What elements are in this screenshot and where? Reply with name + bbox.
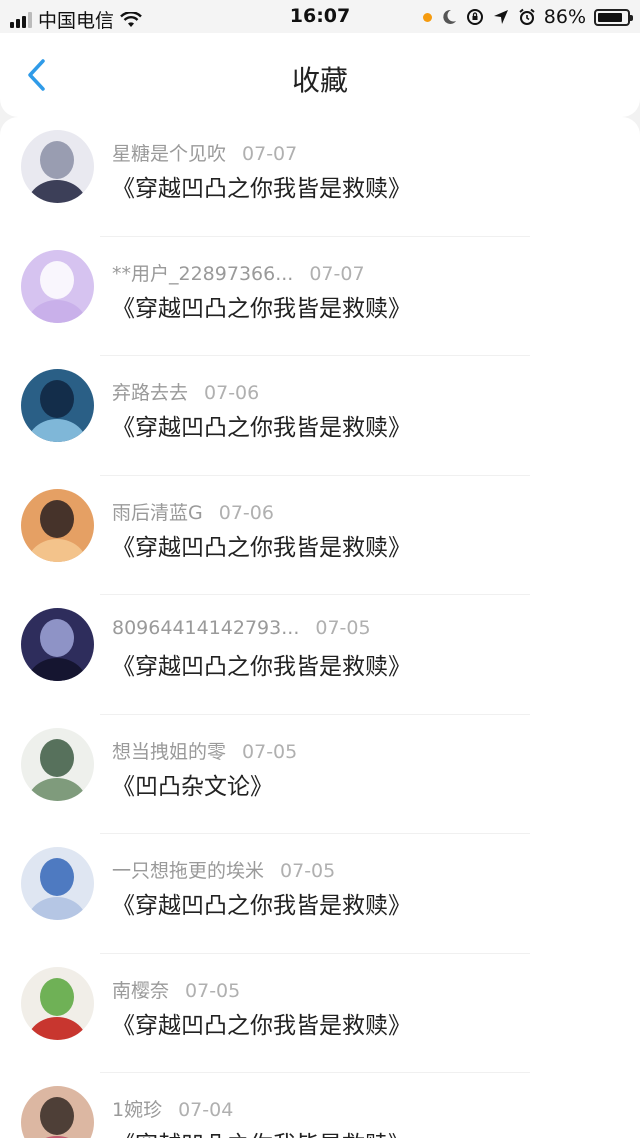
username[interactable]: 星糖是个见吹 <box>112 143 226 165</box>
avatar[interactable] <box>21 369 94 442</box>
avatar[interactable] <box>21 847 94 920</box>
username[interactable]: 1婉珍 <box>112 1099 162 1121</box>
item-date: 07-05 <box>315 617 371 639</box>
nav-header: 收藏 <box>0 33 640 117</box>
username[interactable]: 80964414142793... <box>112 617 299 639</box>
list-item[interactable]: 星糖是个见吹 07-07 《穿越凹凸之你我皆是救赎》 <box>0 117 640 237</box>
item-date: 07-05 <box>280 860 336 882</box>
item-meta: 星糖是个见吹 07-07 <box>112 139 297 166</box>
item-meta: 想当拽姐的零 07-05 <box>112 737 297 764</box>
page-title: 收藏 <box>291 64 348 97</box>
avatar[interactable] <box>21 249 94 323</box>
book-title[interactable]: 《穿越凹凸之你我皆是救赎》 <box>112 647 411 681</box>
item-meta: 弃路去去 07-06 <box>112 378 259 405</box>
username[interactable]: 一只想拖更的埃米 <box>112 860 264 882</box>
book-title[interactable]: 《穿越凹凸之你我皆是救赎》 <box>112 169 411 203</box>
username[interactable]: 南樱奈 <box>112 980 169 1002</box>
list-item[interactable]: 弃路去去 07-06 《穿越凹凸之你我皆是救赎》 <box>0 356 640 476</box>
list-item[interactable]: 1婉珍 07-04 《穿越凹凸之你我皆是救赎》 <box>0 1073 640 1138</box>
avatar[interactable] <box>21 130 94 203</box>
book-title[interactable]: 《穿越凹凸之你我皆是救赎》 <box>112 528 411 562</box>
status-bar: 中国电信 16:07 86% <box>0 0 640 33</box>
orientation-lock-icon <box>466 9 483 25</box>
book-title[interactable]: 《穿越凹凸之你我皆是救赎》 <box>112 408 411 442</box>
list-item[interactable]: **用户_22897366... 07-07 《穿越凹凸之你我皆是救赎》 <box>0 237 640 357</box>
list-item[interactable]: 雨后清蓝G 07-06 《穿越凹凸之你我皆是救赎》 <box>0 476 640 596</box>
list-item[interactable]: 一只想拖更的埃米 07-05 《穿越凹凸之你我皆是救赎》 <box>0 834 640 954</box>
item-meta: 1婉珍 07-04 <box>112 1095 233 1122</box>
username[interactable]: 想当拽姐的零 <box>112 741 226 763</box>
status-right: 86% <box>422 6 633 28</box>
list-item[interactable]: 想当拽姐的零 07-05 《凹凸杂文论》 <box>0 715 640 835</box>
item-date: 07-06 <box>204 382 260 404</box>
book-title[interactable]: 《穿越凹凸之你我皆是救赎》 <box>112 1006 411 1040</box>
item-date: 07-06 <box>218 501 274 524</box>
username[interactable]: **用户_22897366... <box>112 263 293 285</box>
favorites-list[interactable]: 星糖是个见吹 07-07 《穿越凹凸之你我皆是救赎》 **用户_22897366.… <box>0 117 640 1138</box>
item-meta: **用户_22897366... 07-07 <box>112 259 365 286</box>
book-title[interactable]: 《穿越凹凸之你我皆是救赎》 <box>112 1125 411 1138</box>
item-meta: 南樱奈 07-05 <box>112 976 240 1003</box>
book-title[interactable]: 《穿越凹凸之你我皆是救赎》 <box>112 886 411 920</box>
list-item[interactable]: 南樱奈 07-05 《穿越凹凸之你我皆是救赎》 <box>0 954 640 1074</box>
moon-icon <box>443 9 456 24</box>
avatar[interactable] <box>21 966 94 1040</box>
book-title[interactable]: 《凹凸杂文论》 <box>112 767 273 801</box>
book-title[interactable]: 《穿越凹凸之你我皆是救赎》 <box>112 289 411 323</box>
item-date: 07-07 <box>309 262 365 285</box>
battery-level <box>598 12 623 22</box>
avatar[interactable] <box>21 1086 94 1138</box>
avatar[interactable] <box>21 608 94 681</box>
item-meta: 雨后清蓝G 07-06 <box>112 498 274 525</box>
item-date: 07-07 <box>242 143 298 165</box>
alarm-icon <box>519 8 535 25</box>
battery-percent: 86% <box>543 6 586 28</box>
item-date: 07-05 <box>185 979 241 1002</box>
item-date: 07-04 <box>178 1099 234 1121</box>
location-icon <box>493 10 508 24</box>
avatar[interactable] <box>21 488 94 562</box>
username[interactable]: 雨后清蓝G <box>112 502 203 524</box>
username[interactable]: 弃路去去 <box>112 382 188 404</box>
battery-icon <box>594 8 633 26</box>
privacy-dot-icon <box>422 12 432 22</box>
item-meta: 80964414142793... 07-05 <box>112 617 371 639</box>
item-meta: 一只想拖更的埃米 07-05 <box>112 856 335 883</box>
list-item[interactable]: 80964414142793... 07-05 《穿越凹凸之你我皆是救赎》 <box>0 595 640 715</box>
item-date: 07-05 <box>242 740 298 763</box>
avatar[interactable] <box>21 727 94 801</box>
